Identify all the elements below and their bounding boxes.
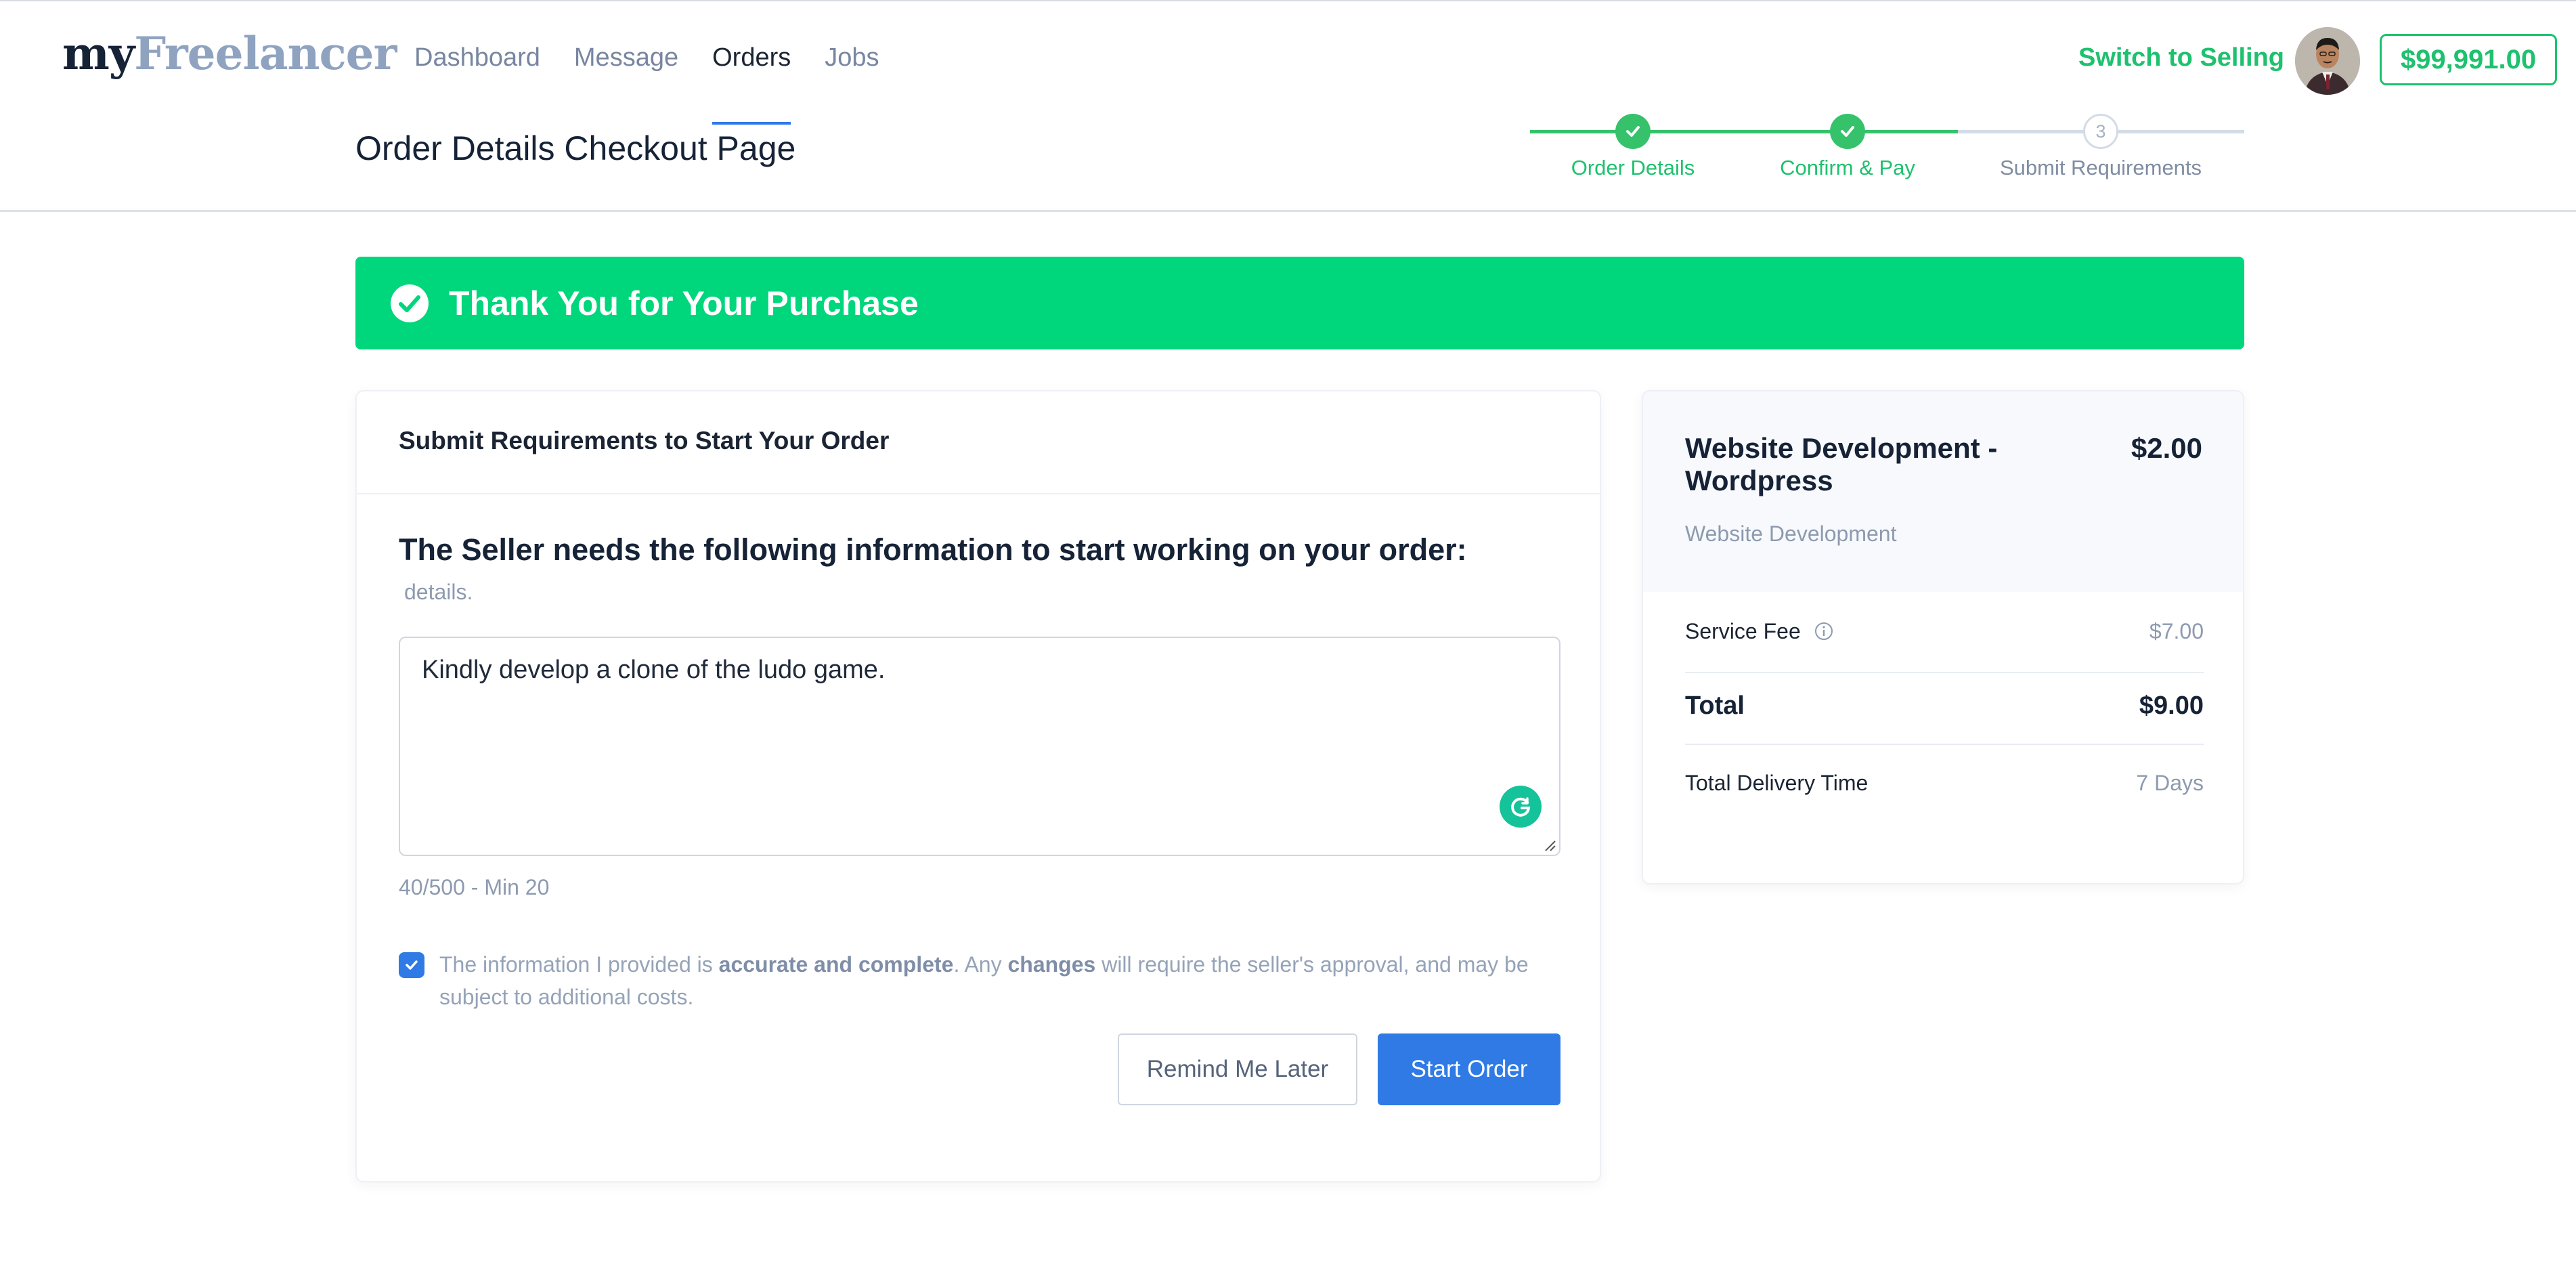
requirements-heading: Submit Requirements to Start Your Order: [399, 427, 890, 454]
start-order-button[interactable]: Start Order: [1378, 1033, 1560, 1105]
requirements-card-header: Submit Requirements to Start Your Order: [357, 391, 1600, 494]
summary-header: Website Development - Wordpress $2.00 We…: [1643, 391, 2243, 592]
requirements-card: Submit Requirements to Start Your Order …: [355, 390, 1601, 1182]
service-fee-value: $7.00: [2149, 619, 2204, 643]
page-title: Order Details Checkout Page: [355, 129, 796, 167]
resize-handle-icon[interactable]: [1542, 837, 1556, 852]
requirements-text-value[interactable]: Kindly develop a clone of the ludo game.: [422, 656, 885, 685]
logo[interactable]: myFreelancer: [62, 27, 397, 80]
delivery-time-row: Total Delivery Time 7 Days: [1685, 771, 2204, 801]
remind-me-later-button[interactable]: Remind Me Later: [1118, 1033, 1357, 1105]
gig-category: Website Development: [1685, 521, 1897, 546]
avatar[interactable]: [2295, 27, 2360, 95]
total-value: $9.00: [2139, 691, 2204, 720]
nav-dashboard[interactable]: Dashboard: [414, 43, 540, 72]
agreement-text-part2: . Any: [953, 952, 1008, 977]
total-row: Total $9.00: [1685, 691, 2204, 724]
agreement-checkbox[interactable]: [399, 952, 424, 978]
step-1-check-icon: [1615, 114, 1651, 149]
requirements-textarea[interactable]: Kindly develop a clone of the ludo game.: [399, 637, 1560, 856]
delivery-time-label: Total Delivery Time: [1685, 771, 1869, 795]
total-label: Total: [1685, 691, 1745, 720]
logo-freelancer: Freelancer: [134, 27, 397, 80]
check-circle-icon: [391, 284, 429, 322]
step-3-number: 3: [2083, 114, 2118, 149]
main-nav: Dashboard Message Orders Jobs: [414, 43, 879, 125]
purchase-success-banner: Thank You for Your Purchase: [355, 257, 2244, 349]
seller-question: The Seller needs the following informati…: [399, 532, 1467, 567]
agreement-text-part1: The information I provided is: [439, 952, 719, 977]
switch-to-selling-link[interactable]: Switch to Selling: [2078, 43, 2284, 72]
top-header: myFreelancer Dashboard Message Orders Jo…: [0, 1, 2576, 126]
agreement-text-bold2: changes: [1007, 952, 1096, 977]
stepper-progress-line: [1530, 130, 1958, 133]
step-1-label[interactable]: Order Details: [1571, 156, 1695, 180]
nav-orders[interactable]: Orders: [712, 43, 791, 125]
checkout-stepper: Order Details Confirm & Pay 3 Submit Req…: [1530, 114, 2244, 192]
service-fee-row: Service Fee $7.00: [1685, 619, 2204, 649]
step-2-check-icon: [1830, 114, 1865, 149]
agreement-text: The information I provided is accurate a…: [439, 948, 1584, 1013]
service-fee-label-text: Service Fee: [1685, 619, 1801, 643]
grammarly-icon[interactable]: [1500, 786, 1542, 828]
checkout-subheader: Order Details Checkout Page Order Detail…: [0, 114, 2576, 212]
nav-message[interactable]: Message: [574, 43, 678, 72]
summary-divider-1: [1685, 672, 2204, 673]
service-fee-label: Service Fee: [1685, 619, 1834, 644]
gig-title: Website Development - Wordpress: [1685, 432, 1998, 496]
avatar-user-icon: [2295, 27, 2360, 95]
summary-divider-2: [1685, 744, 2204, 745]
order-summary-card: Website Development - Wordpress $2.00 We…: [1642, 390, 2244, 884]
info-icon[interactable]: [1814, 621, 1834, 641]
delivery-time-value: 7 Days: [2136, 771, 2204, 795]
step-3-label[interactable]: Submit Requirements: [2000, 156, 2202, 180]
question-hint: details.: [404, 580, 473, 604]
balance-badge[interactable]: $99,991.00: [2380, 34, 2557, 85]
banner-text: Thank You for Your Purchase: [449, 284, 919, 322]
step-2-label[interactable]: Confirm & Pay: [1780, 156, 1915, 180]
nav-jobs[interactable]: Jobs: [825, 43, 879, 72]
gig-price: $2.00: [2131, 432, 2202, 464]
character-counter: 40/500 - Min 20: [399, 875, 550, 899]
logo-my: my: [62, 27, 135, 80]
agreement-text-bold1: accurate and complete: [718, 952, 954, 977]
